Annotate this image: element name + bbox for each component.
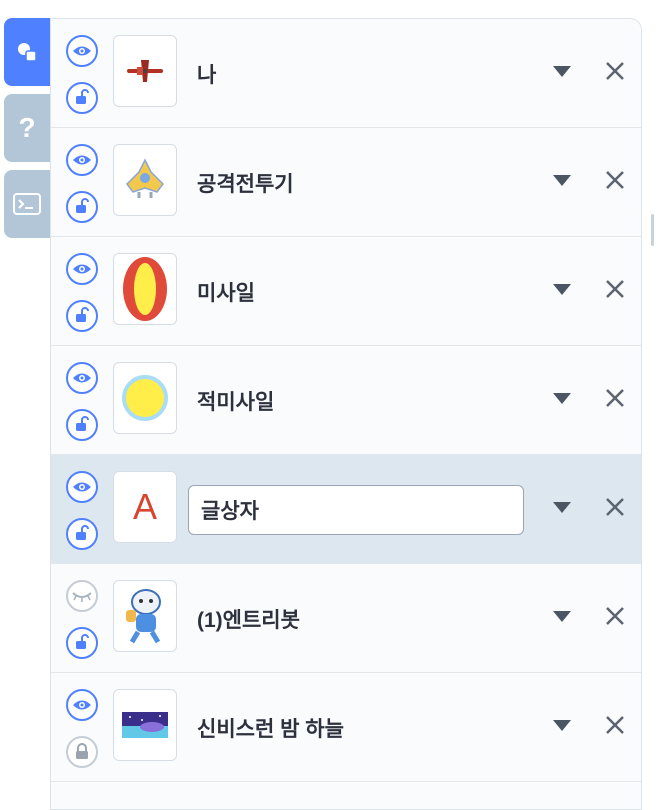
delete-object-button[interactable] bbox=[603, 277, 627, 301]
visibility-toggle[interactable] bbox=[66, 35, 98, 67]
object-thumbnail bbox=[113, 35, 177, 107]
close-icon bbox=[606, 498, 624, 516]
eye-icon bbox=[73, 155, 91, 165]
eye-icon bbox=[73, 46, 91, 56]
object-name-input[interactable] bbox=[188, 485, 524, 535]
lock-toggle[interactable] bbox=[66, 191, 98, 223]
question-icon: ? bbox=[18, 112, 36, 143]
delete-object-button[interactable] bbox=[603, 386, 627, 410]
delete-object-button[interactable] bbox=[603, 604, 627, 628]
lock-toggle[interactable] bbox=[66, 736, 98, 768]
caret-down-icon bbox=[553, 175, 571, 186]
close-icon bbox=[606, 280, 624, 298]
close-icon bbox=[606, 607, 624, 625]
close-icon bbox=[606, 62, 624, 80]
visibility-toggle[interactable] bbox=[66, 253, 98, 285]
unlock-icon bbox=[76, 416, 89, 431]
object-row[interactable]: 공격전투기 bbox=[51, 128, 641, 237]
night-sky-icon bbox=[122, 712, 168, 738]
visibility-toggle[interactable] bbox=[66, 471, 98, 503]
eye-icon bbox=[73, 264, 91, 274]
visibility-toggle[interactable] bbox=[66, 689, 98, 721]
unlock-icon bbox=[76, 525, 89, 540]
object-row[interactable]: 미사일 bbox=[51, 237, 641, 346]
object-name[interactable]: 미사일 bbox=[197, 277, 255, 307]
entrybot-icon bbox=[126, 589, 161, 644]
console-tab[interactable] bbox=[4, 170, 50, 238]
object-menu-button[interactable] bbox=[551, 170, 573, 192]
object-row[interactable]: 신비스런 밤 하늘 bbox=[51, 673, 641, 782]
object-menu-button[interactable] bbox=[551, 61, 573, 83]
shapes-icon bbox=[18, 43, 37, 62]
object-thumbnail bbox=[113, 144, 177, 216]
object-menu-button[interactable] bbox=[551, 715, 573, 737]
lock-toggle[interactable] bbox=[66, 82, 98, 114]
object-menu-button[interactable] bbox=[551, 279, 573, 301]
unlock-icon bbox=[76, 307, 89, 322]
delete-object-button[interactable] bbox=[603, 168, 627, 192]
red-airplane-icon bbox=[127, 60, 163, 82]
caret-down-icon bbox=[553, 502, 571, 513]
object-name[interactable]: (1)엔트리봇 bbox=[197, 604, 300, 634]
lock-toggle[interactable] bbox=[66, 518, 98, 550]
object-list-panel: 나 공격전투기 미사일 적미사일 A 글상자 (1)엔트리봇 신비스런 밤 하늘 bbox=[50, 18, 642, 810]
unlock-icon bbox=[76, 634, 89, 649]
side-tab-bar: ? bbox=[4, 18, 50, 246]
object-name[interactable]: 신비스런 밤 하늘 bbox=[197, 713, 344, 743]
caret-down-icon bbox=[553, 720, 571, 731]
object-thumbnail bbox=[113, 580, 177, 652]
scrollbar-thumb[interactable] bbox=[651, 214, 654, 246]
eye-icon bbox=[73, 482, 91, 492]
object-name[interactable]: 공격전투기 bbox=[197, 168, 294, 198]
object-name[interactable]: 나 bbox=[197, 59, 216, 89]
caret-down-icon bbox=[553, 393, 571, 404]
eye-closed-icon bbox=[72, 592, 92, 602]
object-thumbnail: A bbox=[113, 471, 177, 543]
caret-down-icon bbox=[553, 66, 571, 77]
object-row[interactable]: (1)엔트리봇 bbox=[51, 564, 641, 673]
close-icon bbox=[606, 716, 624, 734]
object-thumbnail bbox=[113, 362, 177, 434]
help-tab[interactable]: ? bbox=[4, 94, 50, 162]
unlock-icon bbox=[76, 89, 89, 104]
object-menu-button[interactable] bbox=[551, 606, 573, 628]
lock-toggle[interactable] bbox=[66, 627, 98, 659]
visibility-toggle[interactable] bbox=[66, 144, 98, 176]
visibility-toggle[interactable] bbox=[66, 580, 98, 612]
object-row-selected[interactable]: A bbox=[51, 455, 641, 564]
lock-toggle[interactable] bbox=[66, 409, 98, 441]
caret-down-icon bbox=[553, 284, 571, 295]
fighter-jet-icon bbox=[126, 158, 164, 198]
object-row[interactable]: 적미사일 bbox=[51, 346, 641, 455]
close-icon bbox=[606, 389, 624, 407]
eye-icon bbox=[73, 373, 91, 383]
visibility-toggle[interactable] bbox=[66, 362, 98, 394]
object-name[interactable]: 적미사일 bbox=[197, 386, 274, 416]
object-thumbnail bbox=[113, 689, 177, 761]
terminal-icon bbox=[13, 193, 41, 215]
object-row[interactable]: 나 bbox=[51, 19, 641, 128]
missile-icon bbox=[123, 257, 167, 321]
unlock-icon bbox=[76, 198, 89, 213]
object-thumbnail bbox=[113, 253, 177, 325]
delete-object-button[interactable] bbox=[603, 59, 627, 83]
object-tab[interactable] bbox=[4, 18, 50, 86]
delete-object-button[interactable] bbox=[603, 495, 627, 519]
close-icon bbox=[606, 171, 624, 189]
object-menu-button[interactable] bbox=[551, 388, 573, 410]
yellow-circle-icon bbox=[122, 375, 168, 421]
caret-down-icon bbox=[553, 611, 571, 622]
text-box-icon: A bbox=[132, 486, 157, 527]
eye-icon bbox=[73, 700, 91, 710]
lock-icon bbox=[76, 743, 88, 759]
object-menu-button[interactable] bbox=[551, 497, 573, 519]
lock-toggle[interactable] bbox=[66, 300, 98, 332]
delete-object-button[interactable] bbox=[603, 713, 627, 737]
